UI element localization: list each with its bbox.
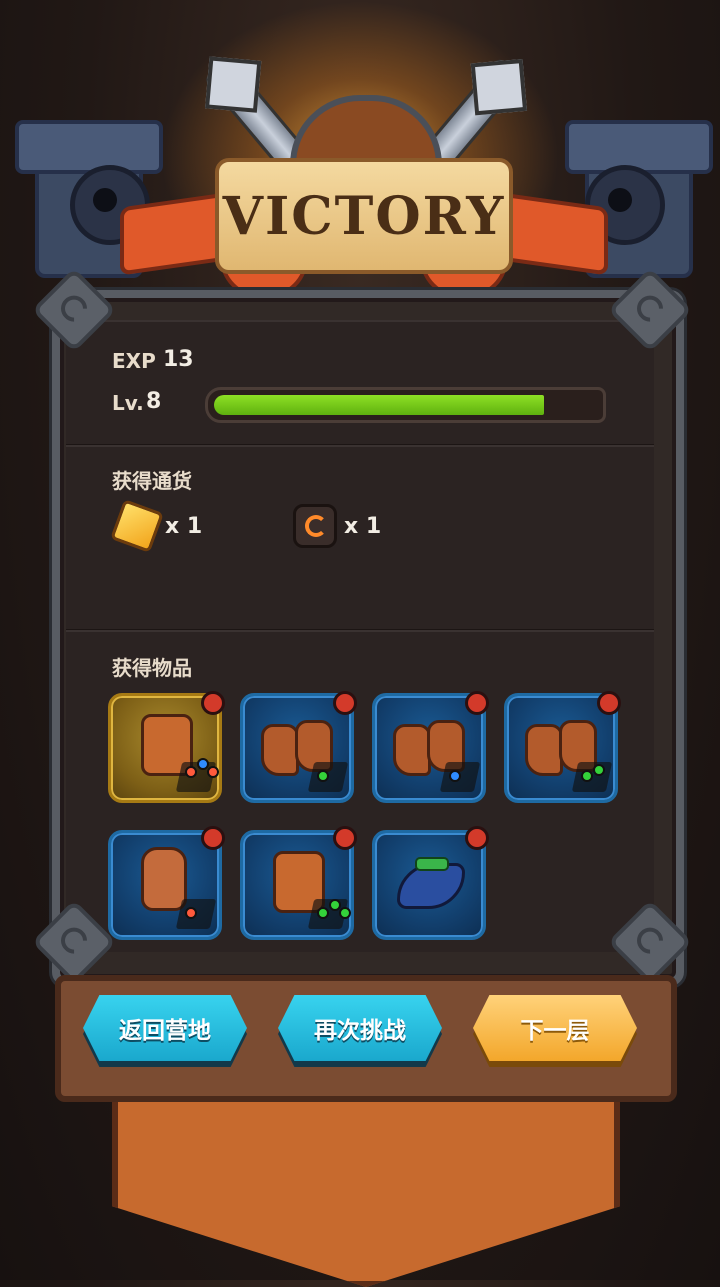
level-label: Lv. bbox=[112, 391, 144, 415]
boots-icon bbox=[261, 724, 299, 776]
victory-title: VICTORY bbox=[222, 185, 506, 247]
exp-label: EXP bbox=[112, 349, 156, 373]
new-badge-icon bbox=[201, 826, 225, 850]
currency-qty-2: x 1 bbox=[344, 514, 382, 539]
currency-qty-1: x 1 bbox=[165, 514, 203, 539]
victory-banner: VICTORY bbox=[215, 158, 513, 274]
new-badge-icon bbox=[201, 691, 225, 715]
new-badge-icon bbox=[465, 826, 489, 850]
return-camp-button[interactable]: 返回营地 bbox=[83, 995, 247, 1061]
currency-title: 获得通货 bbox=[112, 469, 192, 493]
ore-rune-icon bbox=[293, 504, 337, 548]
xp-progress-fill bbox=[214, 395, 544, 415]
glove-icon bbox=[141, 847, 187, 911]
next-floor-button[interactable]: 下一层 bbox=[473, 995, 637, 1061]
exp-section bbox=[66, 320, 654, 447]
new-badge-icon bbox=[597, 691, 621, 715]
xp-progress-bar bbox=[205, 387, 606, 423]
new-badge-icon bbox=[465, 691, 489, 715]
boots-icon bbox=[525, 724, 563, 776]
items-title: 获得物品 bbox=[112, 656, 192, 680]
retry-button[interactable]: 再次挑战 bbox=[278, 995, 442, 1061]
bottom-pennant bbox=[112, 1085, 620, 1287]
level-value: 8 bbox=[146, 389, 162, 414]
new-badge-icon bbox=[333, 826, 357, 850]
boots-icon bbox=[393, 724, 431, 776]
new-badge-icon bbox=[333, 691, 357, 715]
exp-value: 13 bbox=[163, 347, 194, 372]
